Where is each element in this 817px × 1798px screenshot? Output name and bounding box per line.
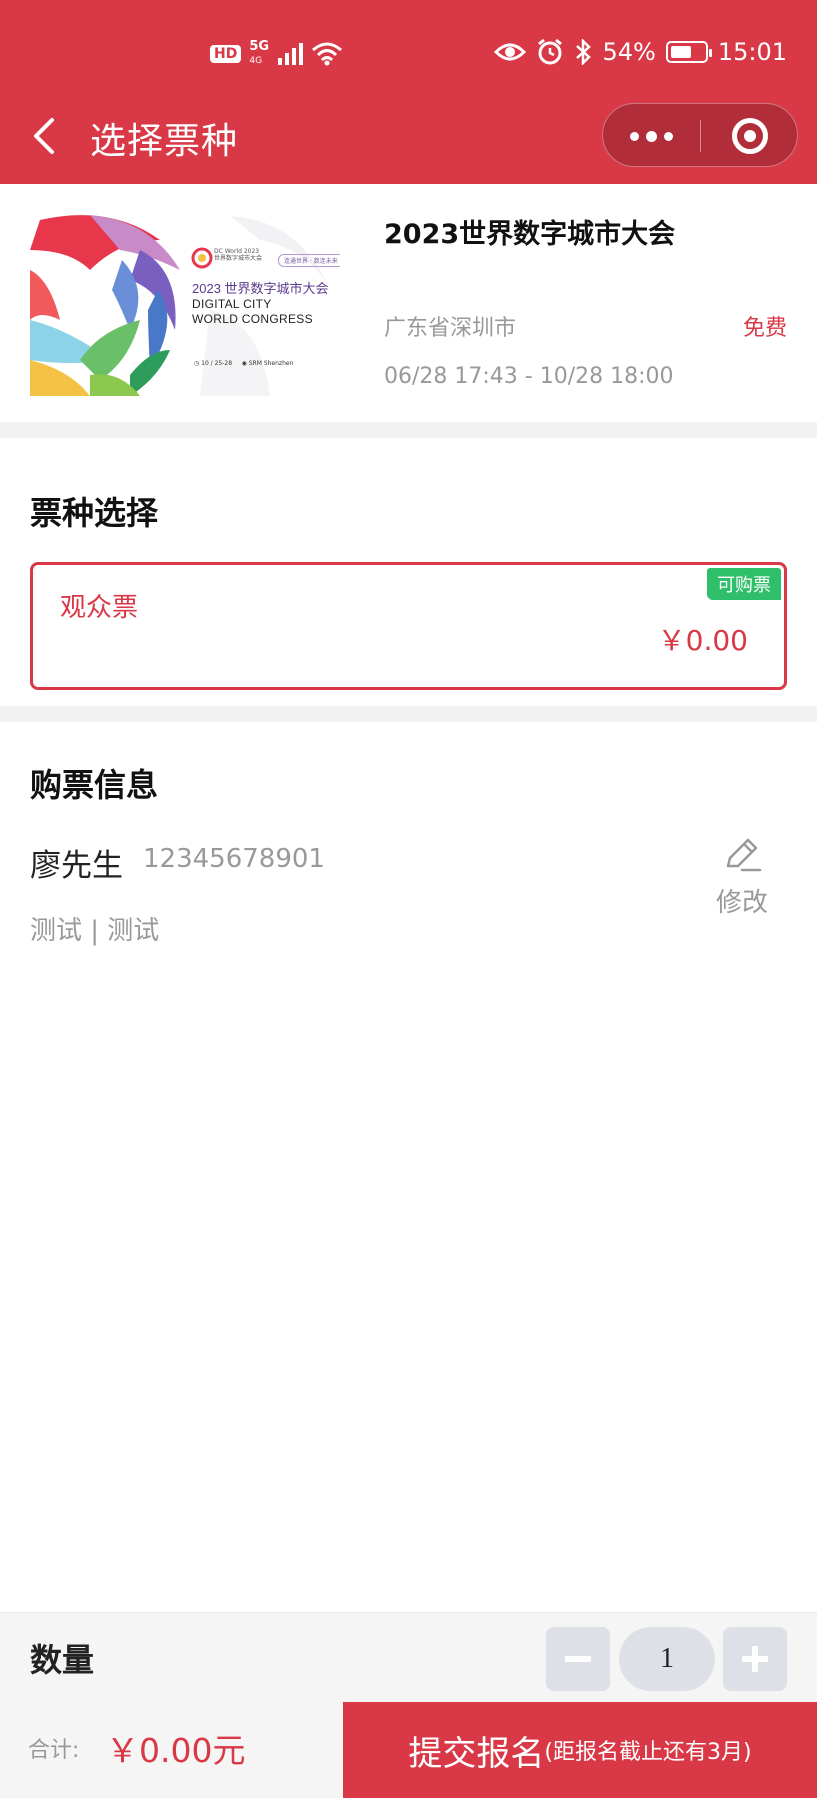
network-type: 5G 4G [249, 40, 269, 68]
back-button[interactable] [26, 114, 66, 158]
more-dot-icon [630, 131, 639, 141]
edit-buyer-button[interactable]: 修改 [697, 832, 787, 932]
app-header: HD 5G 4G 54% 15:01 选择票种 [0, 0, 817, 184]
buyer-section-title: 购票信息 [30, 766, 159, 804]
buyer-name: 廖先生 [30, 848, 123, 884]
submit-registration-button[interactable]: 提交报名 (距报名截止还有3月) [343, 1702, 817, 1798]
poster-logo-text: DC World 2023 世界数字城市大会 [214, 248, 263, 262]
more-button[interactable] [603, 104, 700, 168]
ticket-section: 票种选择 观众票 ￥0.00 可购票 [0, 438, 817, 720]
total-value: ￥0.00元 [106, 1731, 246, 1770]
quantity-label: 数量 [30, 1641, 95, 1679]
wifi-icon [312, 42, 343, 66]
eye-icon [494, 43, 527, 61]
ticket-option-audience[interactable]: 观众票 ￥0.00 可购票 [30, 562, 787, 690]
alarm-icon [538, 38, 563, 65]
battery-icon [665, 41, 712, 63]
network-label: 5G [249, 39, 270, 54]
signal-icon [278, 43, 304, 65]
battery-percent: 54% [602, 38, 656, 66]
quantity-bar: 数量 1 [0, 1612, 817, 1702]
bottom-action-bar: 合计: ￥0.00元 提交报名 (距报名截止还有3月) [0, 1702, 817, 1798]
close-miniprogram-button[interactable] [701, 104, 798, 168]
poster-title: 2023 世界数字城市大会 [192, 281, 329, 296]
ticket-price: ￥0.00 [657, 624, 748, 657]
increase-quantity-button[interactable] [723, 1627, 787, 1691]
chevron-left-icon [34, 118, 54, 154]
event-title: 2023世界数字城市大会 [384, 219, 676, 250]
status-right: 54% 15:01 [494, 38, 787, 66]
ticket-section-title: 票种选择 [30, 494, 159, 532]
event-card[interactable]: DC World 2023 世界数字城市大会 连通世界 · 数连未来 2023 … [0, 184, 817, 422]
network-sub-label: 4G [249, 56, 263, 66]
page-title: 选择票种 [90, 121, 239, 162]
ticket-name: 观众票 [60, 593, 139, 623]
section-divider [0, 706, 817, 722]
section-divider [0, 422, 817, 438]
status-time: 15:01 [717, 38, 787, 66]
plus-icon [742, 1646, 768, 1672]
mini-program-capsule [602, 103, 798, 167]
submit-label: 提交报名 [408, 1733, 545, 1774]
event-time: 06/28 17:43 - 10/28 18:00 [384, 364, 674, 389]
buyer-phone: 12345678901 [143, 844, 325, 874]
event-poster: DC World 2023 世界数字城市大会 连通世界 · 数连未来 2023 … [30, 210, 340, 396]
battery-fill [670, 46, 692, 58]
decrease-quantity-button[interactable] [546, 1627, 610, 1691]
status-bar: HD 5G 4G 54% 15:01 [0, 34, 817, 78]
target-icon [731, 118, 768, 154]
event-location: 广东省深圳市 [384, 316, 517, 341]
poster-en-2: WORLD CONGRESS [192, 312, 313, 326]
poster-tag: 连通世界 · 数连未来 [278, 254, 340, 267]
pencil-icon [726, 838, 762, 872]
hd-badge: HD [210, 45, 242, 63]
poster-text: 2023 世界数字城市大会 DIGITAL CITY WORLD CONGRES… [192, 278, 329, 327]
poster-footer: ◷ 10 / 25-28 ◉ SRM Shenzhen [194, 360, 294, 367]
event-price: 免费 [742, 316, 787, 341]
quantity-value[interactable]: 1 [619, 1627, 715, 1691]
navbar: 选择票种 [0, 100, 817, 172]
minus-icon [565, 1656, 591, 1662]
total-label: 合计: [28, 1738, 80, 1763]
buyer-tags: 测试 | 测试 [30, 916, 160, 946]
submit-deadline-note: (距报名截止还有3月) [544, 1740, 752, 1765]
available-badge: 可购票 [707, 568, 781, 600]
bluetooth-icon [576, 39, 592, 65]
more-dot-icon [664, 131, 673, 141]
status-left: HD 5G 4G [210, 40, 343, 68]
edit-label: 修改 [715, 888, 768, 918]
more-dot-icon [646, 130, 657, 142]
poster-en-1: DIGITAL CITY [192, 297, 272, 311]
buyer-section: 购票信息 廖先生 12345678901 测试 | 测试 修改 [0, 722, 817, 1612]
